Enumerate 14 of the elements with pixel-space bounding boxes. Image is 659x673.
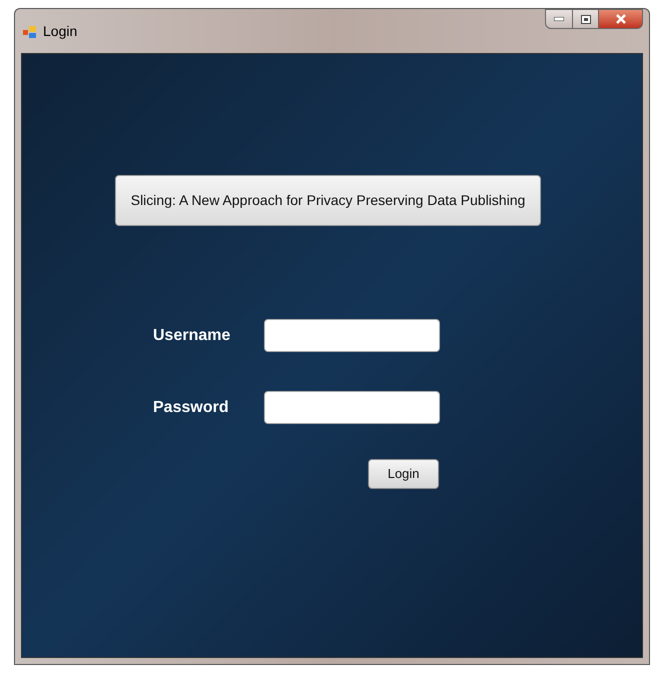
- input-field[interactable]: [264, 391, 440, 424]
- close-icon: [616, 14, 626, 24]
- field-label: Password: [153, 398, 230, 418]
- minimize-icon: [554, 17, 564, 21]
- input-field[interactable]: [264, 319, 440, 352]
- close-button[interactable]: [599, 9, 643, 29]
- maximize-button[interactable]: [573, 9, 599, 29]
- maximize-icon: [580, 14, 590, 24]
- field-label: Username: [153, 326, 232, 346]
- minimize-button[interactable]: [545, 9, 573, 29]
- app-icon: [23, 24, 37, 38]
- window-title: Login: [43, 22, 78, 41]
- title-button[interactable]: Slicing: A New Approach for Privacy Preserving Data Publishing: [115, 175, 541, 226]
- login-button[interactable]: Login: [368, 459, 439, 489]
